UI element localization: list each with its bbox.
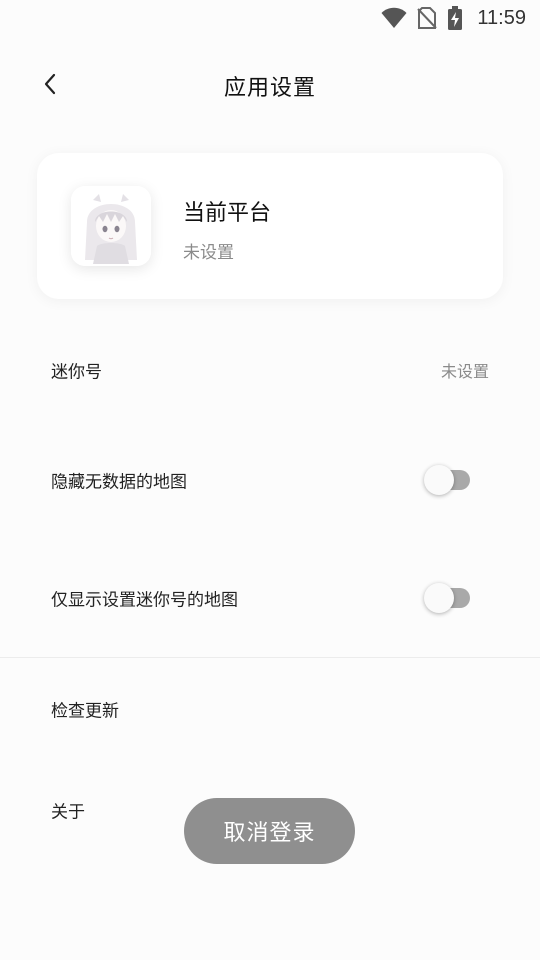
logout-button[interactable]: 取消登录 bbox=[184, 798, 355, 864]
setting-mini-id-value: 未设置 bbox=[440, 362, 489, 381]
app-bar: 应用设置 bbox=[0, 56, 540, 116]
setting-only-mini-id-label: 仅显示设置迷你号的地图 bbox=[51, 590, 238, 611]
toggle-thumb bbox=[424, 465, 454, 495]
platform-status: 未设置 bbox=[183, 243, 234, 263]
setting-check-update-label: 检查更新 bbox=[51, 701, 119, 722]
page-title: 应用设置 bbox=[223, 76, 316, 101]
no-sim-icon bbox=[417, 7, 438, 29]
hide-no-data-toggle[interactable] bbox=[424, 465, 474, 495]
setting-check-update[interactable]: 检查更新 bbox=[0, 679, 540, 739]
only-mini-id-toggle[interactable] bbox=[424, 583, 474, 613]
platform-card[interactable]: 当前平台 未设置 bbox=[37, 153, 503, 299]
status-time: 11:59 bbox=[477, 6, 526, 29]
setting-mini-id-label: 迷你号 bbox=[51, 362, 102, 383]
setting-only-mini-id: 仅显示设置迷你号的地图 bbox=[0, 568, 540, 628]
setting-about-label: 关于 bbox=[51, 802, 85, 823]
platform-title: 当前平台 bbox=[183, 201, 272, 226]
wifi-icon bbox=[381, 7, 407, 29]
setting-hide-no-data-label: 隐藏无数据的地图 bbox=[51, 472, 187, 493]
setting-mini-id[interactable]: 迷你号 未设置 bbox=[0, 340, 540, 400]
section-divider bbox=[0, 657, 540, 658]
toggle-thumb bbox=[424, 583, 454, 613]
status-bar: 11:59 bbox=[0, 0, 540, 36]
setting-hide-no-data: 隐藏无数据的地图 bbox=[0, 450, 540, 510]
battery-charging-icon bbox=[447, 6, 463, 30]
avatar bbox=[71, 186, 151, 266]
